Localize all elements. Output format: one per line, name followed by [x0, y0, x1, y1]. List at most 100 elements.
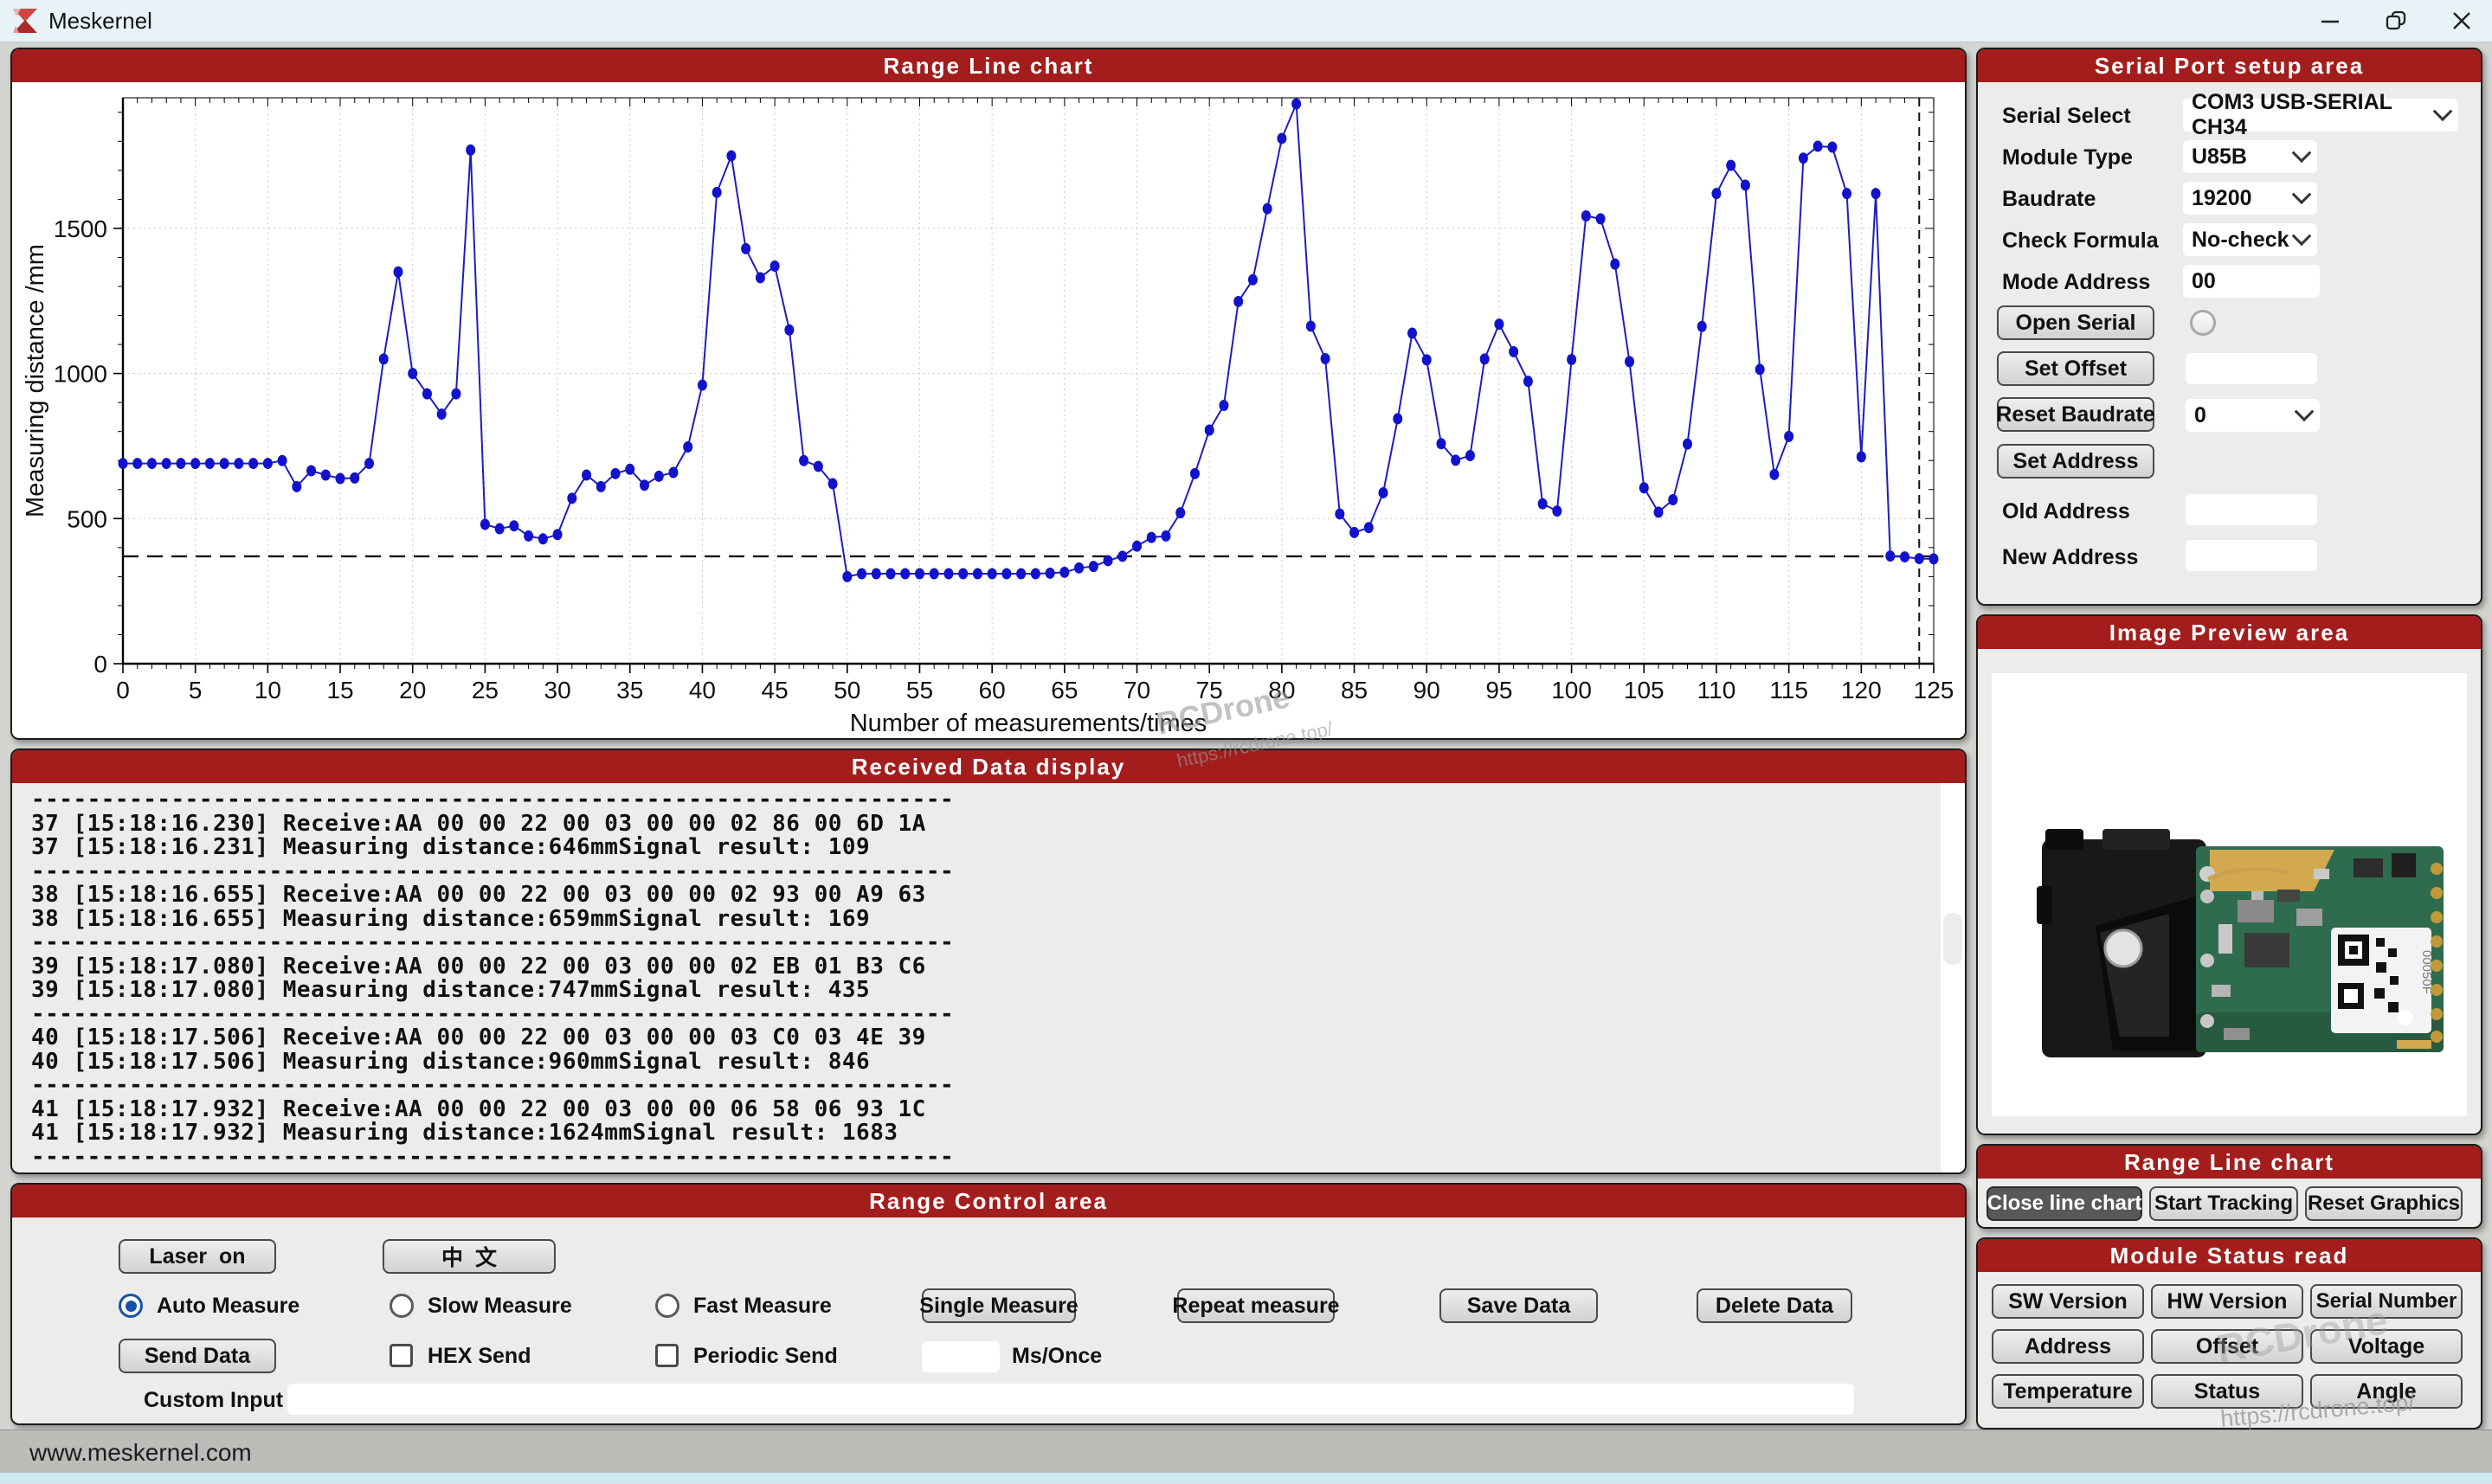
chevron-down-icon — [2433, 101, 2453, 121]
serial-number-button[interactable]: Serial Number — [2310, 1284, 2463, 1319]
custom-input-field[interactable] — [287, 1384, 1854, 1415]
reset-baudrate-dropdown[interactable]: 0 — [2186, 399, 2320, 432]
restore-button[interactable] — [2366, 0, 2426, 41]
restore-icon — [2385, 10, 2407, 32]
svg-text:20: 20 — [399, 677, 426, 703]
svg-text:10: 10 — [254, 677, 281, 703]
open-serial-button[interactable]: Open Serial — [1997, 305, 2154, 340]
status-bar: www.meskernel.com — [0, 1429, 2492, 1474]
range-control-panel: Range Control area Laser on 中 文 Auto Mea… — [10, 1183, 1967, 1425]
log-line: 37 [15:18:16.230] Receive:AA 00 00 22 00… — [31, 813, 1939, 837]
received-panel-header: Received Data display — [12, 750, 1965, 783]
log-scrollbar[interactable] — [1941, 783, 1965, 1174]
reset-baudrate-button[interactable]: Reset Baudrate — [1997, 397, 2154, 432]
svg-text:25: 25 — [472, 677, 499, 703]
module-type-label: Module Type — [2002, 145, 2133, 170]
svg-text:105: 105 — [1624, 677, 1665, 703]
angle-button[interactable]: Angle — [2310, 1374, 2463, 1409]
preview-image-frame: 00050F — [1992, 673, 2467, 1116]
delete-data-button[interactable]: Delete Data — [1697, 1288, 1852, 1323]
new-address-label: New Address — [2002, 545, 2138, 570]
log-separator: ----------------------------------------… — [31, 1146, 1939, 1170]
set-offset-button[interactable]: Set Offset — [1997, 351, 2154, 386]
minimize-button[interactable] — [2300, 0, 2360, 41]
check-formula-dropdown[interactable]: No-check — [2183, 223, 2317, 256]
close-line-chart-button[interactable]: Close line chart — [1987, 1186, 2142, 1221]
new-address-input[interactable] — [2186, 540, 2317, 571]
log-separator: ----------------------------------------… — [31, 931, 1939, 955]
received-data-log[interactable]: ----------------------------------------… — [12, 783, 1939, 1174]
serial-select-dropdown[interactable]: COM3 USB-SERIAL CH34 — [2183, 99, 2458, 132]
chevron-down-icon — [2292, 226, 2312, 246]
svg-text:0: 0 — [116, 677, 130, 703]
svg-text:0: 0 — [93, 651, 107, 678]
baudrate-dropdown[interactable]: 19200 — [2183, 182, 2317, 215]
svg-text:5: 5 — [189, 677, 203, 703]
chevron-down-icon — [2295, 402, 2315, 421]
sensor-module-image: 00050F — [1992, 673, 2467, 1116]
svg-text:55: 55 — [906, 677, 933, 703]
log-line: 39 [15:18:17.080] Receive:AA 00 00 22 00… — [31, 955, 1939, 980]
svg-text:1000: 1000 — [54, 361, 107, 388]
svg-text:90: 90 — [1413, 677, 1440, 703]
svg-text:120: 120 — [1841, 677, 1882, 703]
svg-text:60: 60 — [979, 677, 1006, 703]
sw-version-button[interactable]: SW Version — [1992, 1284, 2144, 1319]
log-line: 40 [15:18:17.506] Receive:AA 00 00 22 00… — [31, 1026, 1939, 1050]
set-address-button[interactable]: Set Address — [1997, 444, 2154, 479]
old-address-input[interactable] — [2186, 494, 2317, 525]
language-toggle-button[interactable]: 中 文 — [383, 1239, 556, 1274]
chevron-down-icon — [2292, 143, 2312, 163]
hex-send-checkbox[interactable] — [390, 1344, 413, 1367]
temperature-button[interactable]: Temperature — [1992, 1374, 2144, 1409]
received-data-panel: Received Data display ------------------… — [10, 748, 1967, 1174]
ms-per-once-input[interactable] — [922, 1341, 1000, 1372]
range-line-chart-panel: Range Line chart 05101520253035404550556… — [10, 48, 1967, 740]
laser-on-button[interactable]: Laser on — [119, 1239, 276, 1274]
start-tracking-button[interactable]: Start Tracking — [2149, 1186, 2298, 1221]
repeat-measure-button[interactable]: Repeat measure — [1177, 1288, 1335, 1323]
slow-measure-radio[interactable] — [390, 1294, 414, 1318]
module-status-title: Module Status read — [2110, 1243, 2349, 1269]
mode-address-label: Mode Address — [2002, 270, 2150, 295]
fast-measure-radio[interactable] — [655, 1294, 679, 1318]
reset-graphics-button[interactable]: Reset Graphics — [2305, 1186, 2463, 1221]
mode-address-input[interactable] — [2183, 265, 2320, 298]
svg-text:95: 95 — [1485, 677, 1512, 703]
image-preview-panel: Image Preview area — [1976, 614, 2482, 1135]
bottom-strip — [0, 1473, 2492, 1484]
fast-measure-label: Fast Measure — [693, 1294, 832, 1319]
log-scrollbar-thumb[interactable] — [1943, 913, 1962, 965]
module-type-dropdown[interactable]: U85B — [2183, 140, 2317, 173]
svg-text:75: 75 — [1196, 677, 1223, 703]
received-panel-title: Received Data display — [852, 754, 1126, 781]
serial-status-led — [2190, 310, 2216, 336]
save-data-button[interactable]: Save Data — [1439, 1288, 1598, 1323]
offset-input[interactable] — [2186, 353, 2317, 384]
auto-measure-radio[interactable] — [119, 1294, 143, 1318]
send-data-button[interactable]: Send Data — [119, 1339, 276, 1373]
control-panel-title: Range Control area — [869, 1188, 1108, 1215]
slow-measure-label: Slow Measure — [428, 1294, 572, 1319]
status-bar-url: www.meskernel.com — [29, 1439, 252, 1467]
control-panel-header: Range Control area — [12, 1185, 1965, 1217]
x-axis-label: Number of measurements/times — [850, 710, 1207, 737]
voltage-button[interactable]: Voltage — [2310, 1329, 2463, 1364]
hw-version-button[interactable]: HW Version — [2151, 1284, 2303, 1319]
image-panel-header: Image Preview area — [1978, 616, 2481, 649]
data-points — [119, 99, 1939, 582]
periodic-send-checkbox[interactable] — [655, 1344, 679, 1367]
log-line: 41 [15:18:17.932] Receive:AA 00 00 22 00… — [31, 1098, 1939, 1122]
svg-text:80: 80 — [1268, 677, 1295, 703]
status-button[interactable]: Status — [2151, 1374, 2303, 1409]
close-button[interactable] — [2431, 0, 2492, 41]
single-measure-button[interactable]: Single Measure — [922, 1288, 1076, 1323]
svg-text:15: 15 — [326, 677, 353, 703]
address-button[interactable]: Address — [1992, 1329, 2144, 1364]
baudrate-label: Baudrate — [2002, 187, 2096, 212]
svg-text:65: 65 — [1051, 677, 1078, 703]
svg-text:50: 50 — [834, 677, 860, 703]
log-line: 39 [15:18:17.080] Measuring distance:747… — [31, 979, 1939, 1003]
offset-button[interactable]: Offset — [2151, 1329, 2303, 1364]
module-status-panel: Module Status read SW Version HW Version… — [1976, 1237, 2482, 1429]
